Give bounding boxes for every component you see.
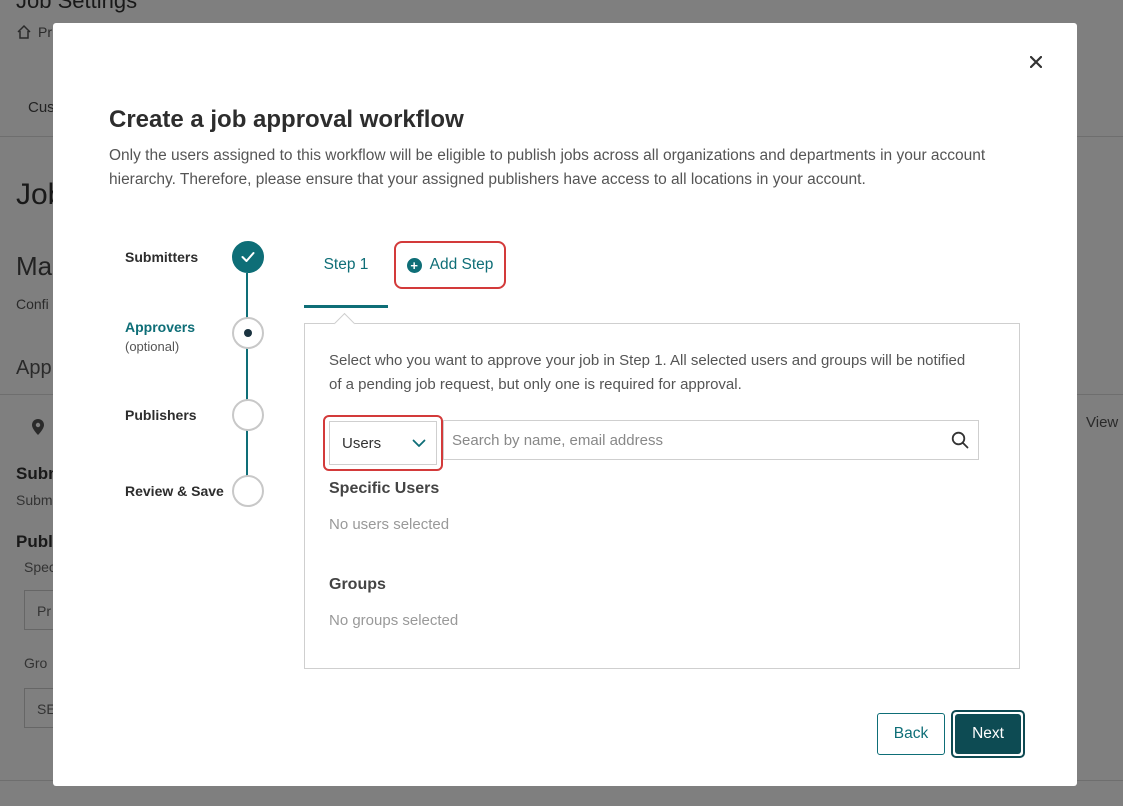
next-button[interactable]: Next	[955, 714, 1021, 754]
stepper-connector	[246, 273, 248, 495]
modal-title: Create a job approval workflow	[109, 106, 464, 133]
back-button[interactable]: Back	[877, 713, 945, 755]
next-button-focus-ring: Next	[951, 710, 1025, 758]
current-step-dot	[244, 329, 252, 337]
step-complete-circle	[232, 241, 264, 273]
step-pending-circle	[232, 475, 264, 507]
workflow-stepper: Submitters Approvers (optional) Publishe…	[125, 241, 275, 511]
specific-users-title: Specific Users	[329, 480, 440, 497]
checkmark-icon	[241, 252, 255, 262]
step-label: Publishers	[125, 407, 197, 423]
step-sublabel: (optional)	[125, 339, 180, 354]
step-panel: Select who you want to approve your job …	[304, 312, 1020, 669]
approver-type-value: Users	[342, 434, 382, 452]
approver-search-input[interactable]	[444, 422, 942, 458]
close-icon	[1030, 56, 1042, 68]
modal-description: Only the users assigned to this workflow…	[109, 147, 986, 188]
approver-type-select-box[interactable]: Users	[329, 421, 437, 465]
step-current-circle	[232, 317, 264, 349]
step-label: Approvers	[125, 319, 196, 335]
approver-search-box[interactable]	[443, 420, 979, 460]
panel-description: Select who you want to approve your job …	[329, 352, 966, 393]
plus-circle-icon: +	[406, 257, 422, 273]
add-step-label: Add Step	[429, 256, 494, 273]
step-label: Submitters	[125, 249, 199, 265]
panel-pointer	[333, 312, 356, 335]
search-icon[interactable]	[942, 431, 978, 449]
add-step-button[interactable]: + Add Step	[394, 241, 506, 289]
groups-title: Groups	[329, 576, 386, 593]
approver-search-row: Users	[323, 415, 979, 471]
step-tabs: Step 1 + Add Step	[304, 241, 1024, 313]
workflow-modal: Create a job approval workflow Only the …	[53, 23, 1077, 786]
step-pending-circle	[232, 399, 264, 431]
chevron-down-icon	[412, 439, 426, 447]
specific-users-empty: No users selected	[329, 516, 450, 533]
tab-step-1[interactable]: Step 1	[304, 256, 388, 308]
close-button[interactable]	[1025, 51, 1047, 73]
approver-type-select[interactable]: Users	[323, 415, 443, 471]
groups-empty: No groups selected	[329, 612, 459, 629]
step-label: Review & Save	[125, 483, 224, 499]
